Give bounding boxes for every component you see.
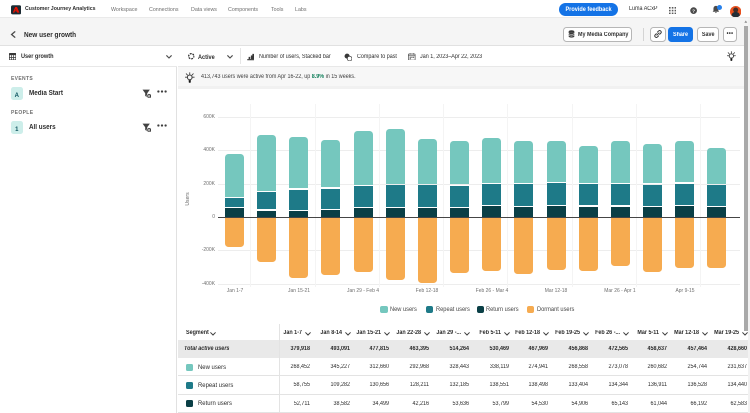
svg-text:?: ? bbox=[692, 8, 695, 14]
svg-text:0: 0 bbox=[148, 94, 150, 98]
svg-text:0: 0 bbox=[148, 128, 150, 132]
